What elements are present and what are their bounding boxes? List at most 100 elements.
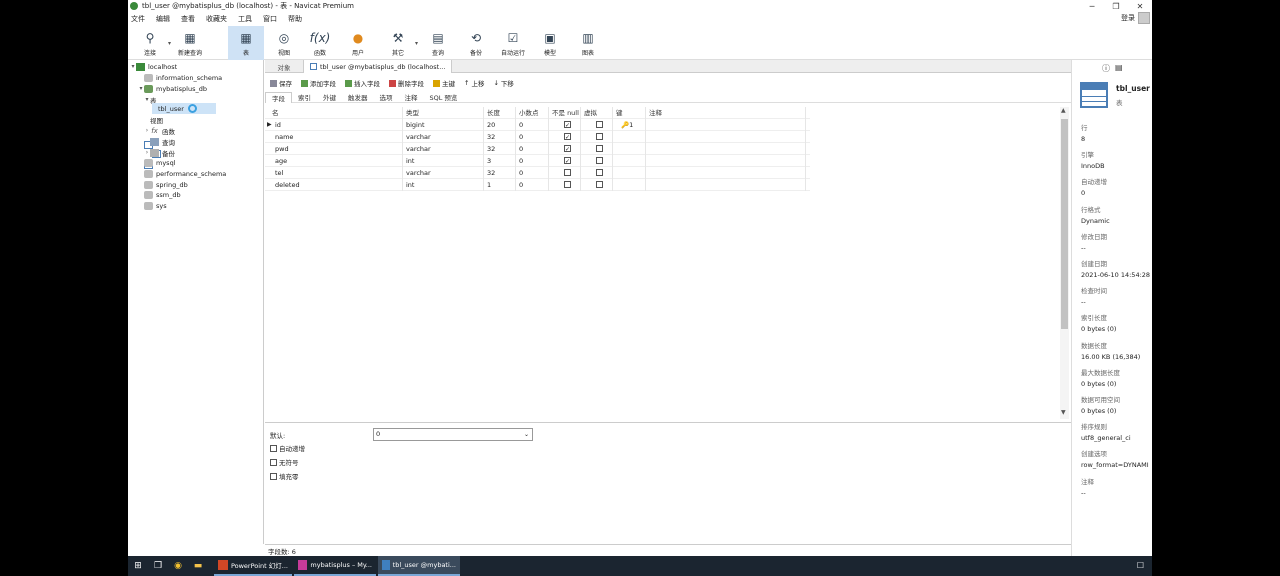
move-up-button[interactable]: ↑ 上移 [464,78,484,88]
ddl-icon[interactable]: ▤ [1115,63,1123,72]
toolbar-other-button[interactable]: ⚒ 其它 [380,26,416,60]
not-null-checkbox[interactable] [564,132,571,144]
cell-key[interactable] [613,131,646,143]
zerofill-checkbox[interactable]: 填充零 [270,471,299,481]
tree-node-information-schema[interactable]: information_schema [138,72,222,83]
scrollbar-thumb[interactable] [1061,119,1068,329]
close-button[interactable]: ✕ [1128,0,1152,12]
cell-name[interactable]: pwd [269,143,403,155]
cell-not-null[interactable] [549,155,581,168]
other-dropdown-arrow[interactable]: ▾ [415,40,418,47]
delete-field-button[interactable]: 删除字段 [389,78,424,88]
cell-comment[interactable] [646,179,806,191]
cell-type[interactable]: varchar [403,131,484,143]
cell-key[interactable] [613,179,646,191]
virtual-checkbox[interactable] [596,145,603,152]
primary-key-button[interactable]: 主键 [433,78,455,88]
toolbar-backup-button[interactable]: ⟲ 备份 [458,26,494,60]
cell-comment[interactable] [646,155,806,167]
table-row[interactable]: ▶idbigint200🔑1 [265,119,810,132]
insert-field-button[interactable]: 插入字段 [345,78,380,88]
col-header-not-null[interactable]: 不是 null [549,107,581,119]
cell-virtual[interactable] [581,131,613,143]
subtab-indexes[interactable]: 索引 [292,92,317,103]
virtual-checkbox[interactable] [596,181,603,188]
cell-key[interactable] [613,155,646,167]
cell-name[interactable]: tel [269,167,403,179]
move-down-button[interactable]: ↓ 下移 [493,78,513,88]
virtual-checkbox[interactable] [596,157,603,164]
menu-file[interactable]: 文件 [131,14,145,24]
tree-node-mybatisplus-db[interactable]: ▾ mybatisplus_db [138,83,207,94]
cell-name[interactable]: id [269,119,403,131]
save-button[interactable]: 保存 [270,78,292,88]
cell-len[interactable]: 32 [484,167,516,179]
maximize-button[interactable]: ❐ [1104,0,1128,12]
col-header-type[interactable]: 类型 [403,107,484,119]
tree-node-performance-schema[interactable]: performance_schema [138,168,226,179]
table-row[interactable]: deleted int 1 0 [265,179,810,191]
subtab-foreign-keys[interactable]: 外键 [317,92,342,103]
tree-node-ssm-db[interactable]: ssm_db [138,189,181,200]
menu-window[interactable]: 窗口 [263,14,277,24]
tab-tbl-user-design[interactable]: tbl_user @mybatisplus_db (localhost... [303,60,453,73]
cell-dec[interactable]: 0 [516,119,549,131]
col-header-virtual[interactable]: 虚拟 [581,107,613,119]
col-header-comment[interactable]: 注释 [646,107,806,119]
toolbar-function-button[interactable]: f(x) 函数 [302,26,338,60]
virtual-checkbox[interactable] [596,133,603,140]
virtual-checkbox[interactable] [596,121,603,128]
toolbar-model-button[interactable]: ▣ 模型 [532,26,568,60]
cell-not-null[interactable] [549,179,581,191]
subtab-comment[interactable]: 注释 [399,92,424,103]
scroll-up-icon[interactable]: ▲ [1061,107,1066,114]
tree-node-views[interactable]: 视图 [144,114,163,169]
not-null-checkbox[interactable] [564,181,571,188]
subtab-fields[interactable]: 字段 [265,91,292,103]
cell-name[interactable]: age [269,155,403,167]
not-null-checkbox[interactable] [564,169,571,176]
cell-dec[interactable]: 0 [516,155,549,167]
file-explorer-icon[interactable]: ▬ [188,556,208,576]
subtab-triggers[interactable]: 触发器 [342,92,374,103]
not-null-checkbox[interactable] [564,120,571,132]
cell-key[interactable] [613,143,646,155]
not-null-checkbox[interactable] [564,156,571,168]
login-area[interactable]: 登录 [1121,12,1150,24]
table-row[interactable]: age int 3 0 [265,155,810,168]
toolbar-table-button[interactable]: ▦ 表 [228,26,264,60]
login-label[interactable]: 登录 [1121,13,1135,23]
cell-virtual[interactable] [581,143,613,155]
cell-comment[interactable] [646,131,806,143]
tree-node-sys[interactable]: sys [138,200,167,211]
cell-not-null[interactable] [549,167,581,179]
toolbar-connect-button[interactable]: ⚲ 连接 [132,26,168,60]
notification-icon[interactable]: ☐ [1137,561,1144,570]
subtab-options[interactable]: 选项 [374,92,399,103]
grid-scrollbar[interactable]: ▲ ▼ [1060,107,1069,419]
task-view-icon[interactable]: ❒ [148,556,168,576]
auto-increment-checkbox[interactable]: 自动递增 [270,443,305,453]
col-header-name[interactable]: 名 [269,107,403,119]
cell-comment[interactable] [646,167,806,179]
cell-len[interactable]: 1 [484,179,516,191]
col-header-key[interactable]: 键 [613,107,646,119]
toolbar-user-button[interactable]: ● 用户 [340,26,376,60]
not-null-checkbox[interactable] [564,144,571,156]
tree-node-mysql[interactable]: mysql [138,157,176,168]
virtual-checkbox[interactable] [596,169,603,176]
table-row[interactable]: name varchar 32 0 [265,131,810,144]
menu-favorites[interactable]: 收藏夹 [206,14,227,24]
subtab-sql-preview[interactable]: SQL 预览 [424,92,464,103]
toolbar-query-button[interactable]: ▤ 查询 [420,26,456,60]
taskbar-app-button[interactable]: PowerPoint 幻灯... [214,556,292,576]
tree-node-localhost[interactable]: ▾ localhost [130,61,177,72]
col-header-decimals[interactable]: 小数点 [516,107,549,119]
chrome-icon[interactable]: ◉ [168,556,188,576]
table-row[interactable]: pwd varchar 32 0 [265,143,810,156]
cell-dec[interactable]: 0 [516,131,549,143]
cell-dec[interactable]: 0 [516,167,549,179]
cell-dec[interactable]: 0 [516,143,549,155]
cell-comment[interactable] [646,119,806,131]
tree-node-queries[interactable]: 查询 [144,136,175,147]
